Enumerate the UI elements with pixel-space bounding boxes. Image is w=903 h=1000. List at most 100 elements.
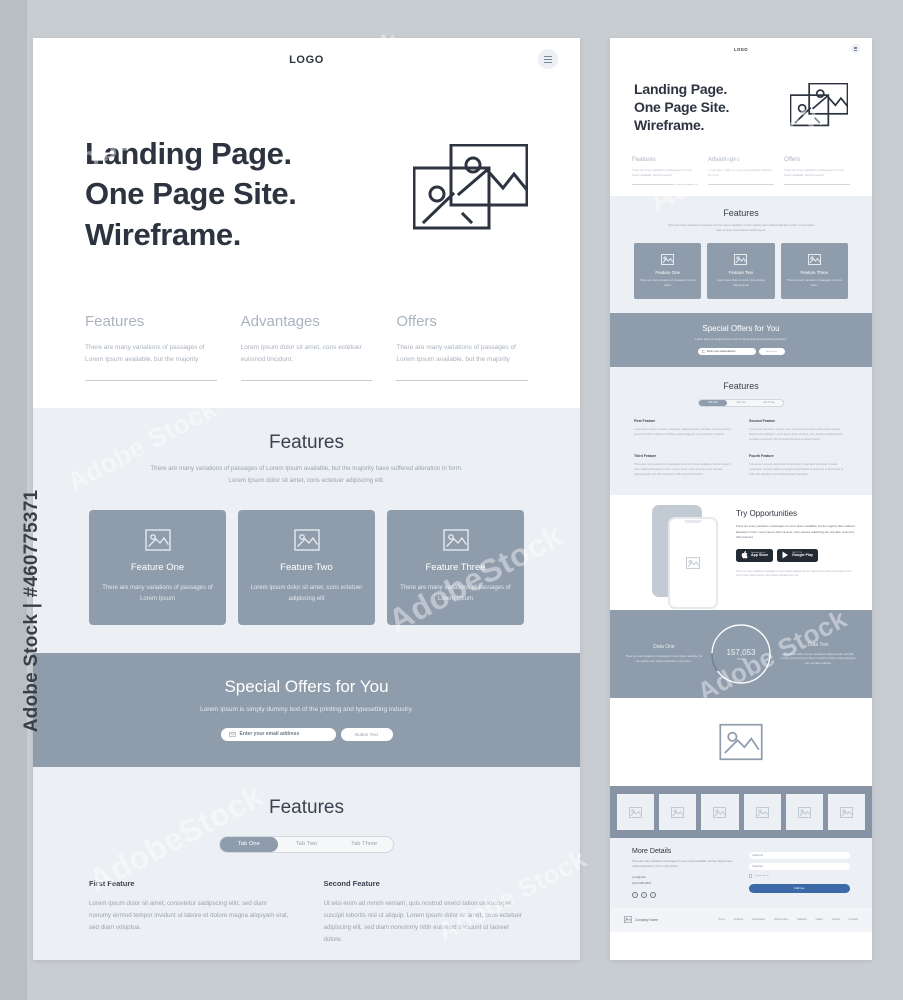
intro-column-offers: Offers There are many variations of pass…	[396, 313, 529, 381]
intro-column-body: There are many variations of passages of…	[784, 167, 845, 177]
contact-phone[interactable]: (212) 948-2621	[632, 881, 739, 887]
divider	[632, 183, 698, 185]
footer-nav-details[interactable]: Details	[832, 918, 839, 921]
subscribe-button[interactable]: Button Text	[340, 727, 393, 741]
tab-three[interactable]: Tab Three	[335, 837, 393, 852]
offers-subtitle: Lorem Ipsum is simply dummy text of the …	[199, 705, 414, 713]
logo[interactable]: LOGO	[734, 47, 748, 52]
footer-brand[interactable]: Company Name	[624, 916, 659, 924]
feature-card-title: Feature One	[655, 269, 680, 275]
feature-card[interactable]: Feature Three There are many variations …	[780, 243, 848, 300]
instagram-icon[interactable]: i	[650, 891, 656, 898]
details-copy: More Details There are many variations o…	[632, 848, 739, 898]
email-field[interactable]: Enter your email address	[697, 348, 756, 355]
feature-detail-body: Lorem ipsum dolor sit amet, consetetur s…	[89, 899, 289, 931]
feature-detail-title: First Feature	[634, 418, 656, 423]
gallery-thumb[interactable]	[617, 794, 655, 831]
site-header: LOGO	[610, 38, 872, 60]
google-play-button[interactable]: GET IT ON Google Play	[777, 548, 818, 562]
facebook-icon[interactable]: f	[632, 891, 638, 898]
footer-brand-label: Company Name	[635, 917, 659, 922]
tab-two[interactable]: Tab Two	[727, 400, 755, 406]
hamburger-icon[interactable]	[851, 44, 860, 53]
twitter-icon[interactable]: t	[641, 891, 647, 898]
stock-id-label: Adobe Stock | #460775371	[21, 489, 42, 733]
google-play-icon	[782, 551, 789, 559]
feature-card-body: There are many variations of passages of…	[102, 584, 213, 603]
footer-nav-features[interactable]: Features	[734, 918, 743, 921]
gallery-strip	[610, 786, 872, 839]
envelope-icon	[701, 350, 705, 353]
intro-column-title: Advantages	[240, 312, 320, 330]
email-field[interactable]: Enter your email address	[220, 727, 336, 741]
image-placeholder-icon	[624, 916, 632, 924]
app-store-button[interactable]: Download on the App Store	[736, 548, 774, 562]
subscribe-button-label: Button Text	[766, 350, 777, 353]
envelope-icon	[228, 731, 236, 737]
gallery-thumb[interactable]	[701, 794, 739, 831]
intro-column-title: Advantages	[708, 156, 740, 163]
subscribe-form: Enter your email address Button Text	[610, 348, 872, 355]
image-placeholder-icon	[413, 144, 528, 239]
hero-title-line-1: Landing Page.	[634, 81, 728, 97]
tab-two[interactable]: Tab Two	[278, 837, 336, 852]
feature-detail-title: First Feature	[89, 878, 135, 888]
features-section: Features There are many variations of pa…	[610, 195, 872, 314]
name-field[interactable]: Input one	[748, 852, 850, 860]
donut-value-group: 157,053 89.6%	[710, 623, 772, 685]
tab-one[interactable]: Tab One	[220, 836, 278, 852]
feature-detail-body: There are many variations of passages of…	[634, 462, 732, 477]
hero-title-line-1: Landing Page.	[85, 136, 292, 171]
image-placeholder-icon	[790, 83, 848, 131]
image-placeholder-icon	[840, 806, 853, 818]
feature-card[interactable]: Feature One There are many variations of…	[634, 243, 702, 300]
image-placeholder-icon	[671, 806, 685, 818]
tab-three[interactable]: Tab Three	[755, 400, 783, 406]
donut-chart: 157,053 89.6%	[710, 623, 772, 685]
footer-nav-advantages[interactable]: Advantages	[752, 918, 765, 921]
footer-nav-home[interactable]: Home	[718, 918, 724, 921]
intro-column-title: Features	[85, 312, 145, 330]
gallery-thumb[interactable]	[785, 794, 823, 831]
section-title: Features	[723, 207, 759, 218]
gallery-thumb[interactable]	[827, 794, 866, 831]
feature-card[interactable]: Feature Two Lorem ipsum dolor sit amet, …	[238, 509, 375, 625]
details-body: There are many variations of passages of…	[632, 860, 733, 869]
special-offers-section: Special Offers for You Lorem Ipsum is si…	[610, 313, 872, 367]
feature-detail-body: Ut wisi enim ad minim veniam, quis nostr…	[749, 427, 844, 442]
footer-nav-statistics[interactable]: Statistics	[797, 918, 807, 921]
intro-column-features: Features There are many variations of pa…	[85, 313, 217, 381]
feature-card[interactable]: Feature Two Lorem ipsum dolor sit amet, …	[707, 243, 775, 300]
checkbox-icon[interactable]	[748, 874, 753, 878]
hamburger-icon[interactable]	[538, 49, 558, 69]
subscribe-button[interactable]: Button Text	[758, 348, 785, 355]
feature-detail: First Feature Lorem ipsum dolor sit amet…	[89, 879, 290, 946]
feature-card-title: Feature Three	[800, 269, 829, 275]
intro-column-body: There are many variations of passages of…	[632, 167, 693, 177]
tab-one[interactable]: Tab One	[699, 399, 727, 406]
call-me-button[interactable]: Call me	[748, 883, 850, 893]
stat-right-title: Data Two	[807, 641, 829, 648]
stat-left-body: There are many variations of passages of…	[625, 655, 703, 663]
footer-nav-opportunities[interactable]: Opportunities	[774, 918, 788, 921]
agree-checkbox-row[interactable]: I agree with all	[748, 874, 850, 878]
intro-column-title: Features	[632, 156, 656, 163]
phone-front	[668, 517, 718, 610]
logo[interactable]: LOGO	[289, 54, 324, 66]
feature-detail: Second Feature Ut wisi enim ad minim ven…	[324, 879, 525, 946]
tabbed-features-section: Features Tab One Tab Two Tab Three First…	[33, 766, 580, 960]
feature-detail-body: Lorem ipsum dolor sit amet, consetetur s…	[634, 427, 731, 437]
image-placeholder-icon	[807, 253, 821, 265]
footer-nav-gallery[interactable]: Gallery	[816, 918, 824, 921]
phone-field[interactable]: Input two	[748, 863, 850, 871]
feature-card-body: There are many variations of passages of…	[400, 584, 511, 603]
stock-watermark-band: Adobe Stock | #460775371	[0, 0, 42, 1000]
gallery-thumb[interactable]	[743, 794, 781, 831]
feature-card[interactable]: Feature Three There are many variations …	[387, 509, 524, 625]
footer-nav-contacts[interactable]: Contacts	[849, 918, 858, 921]
phone-mockups	[626, 505, 736, 610]
hero-section: Landing Page. One Page Site. Wireframe.	[610, 60, 872, 135]
gallery-thumb[interactable]	[659, 794, 697, 831]
special-offers-section: Special Offers for You Lorem Ipsum is si…	[33, 652, 580, 767]
feature-card[interactable]: Feature One There are many variations of…	[89, 509, 226, 625]
